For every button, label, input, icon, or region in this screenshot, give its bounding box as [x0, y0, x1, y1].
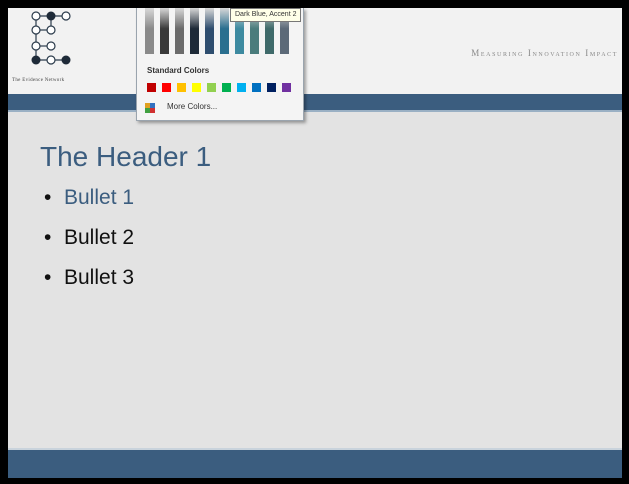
standard-color-swatch[interactable]: [267, 83, 276, 92]
theme-color-swatch[interactable]: [190, 8, 199, 54]
more-colors-label: More Colors...: [167, 102, 218, 111]
color-tooltip: Dark Blue, Accent 2: [230, 8, 302, 22]
header-tagline: Measuring Innovation Impact: [471, 48, 618, 58]
standard-color-swatch[interactable]: [237, 83, 246, 92]
bullet-item-3[interactable]: • Bullet 3: [44, 266, 134, 290]
standard-color-swatch[interactable]: [162, 83, 171, 92]
standard-color-swatch[interactable]: [147, 83, 156, 92]
bullet-item-2[interactable]: • Bullet 2: [44, 226, 134, 250]
slide-title[interactable]: The Header 1: [40, 141, 211, 173]
more-colors-button[interactable]: More Colors...: [141, 100, 291, 116]
standard-color-swatch[interactable]: [192, 83, 201, 92]
theme-color-swatch[interactable]: [205, 8, 214, 54]
standard-color-swatch[interactable]: [252, 83, 261, 92]
color-palette-icon: [145, 103, 155, 113]
logo-org-name: The Evidence Network: [12, 78, 65, 83]
footer-accent-bar: [8, 448, 622, 478]
standard-color-swatch[interactable]: [177, 83, 186, 92]
standard-colors-label: Standard Colors: [147, 66, 210, 75]
theme-color-swatch[interactable]: [145, 8, 154, 54]
slide-header: The Evidence Network Measuring Innovatio…: [8, 8, 622, 94]
bullet-label: Bullet 2: [64, 226, 135, 249]
bullet-glyph: •: [44, 226, 52, 249]
bullet-glyph: •: [44, 266, 52, 289]
bullet-item-1[interactable]: • Bullet 1: [44, 186, 134, 210]
font-color-dropdown: Standard Colors More Colors...: [136, 8, 304, 121]
standard-color-swatch[interactable]: [282, 83, 291, 92]
header-accent-bar: [8, 94, 622, 112]
theme-color-swatch[interactable]: [160, 8, 169, 54]
standard-color-swatch[interactable]: [222, 83, 231, 92]
bullet-label: Bullet 1: [64, 186, 135, 209]
bullet-label: Bullet 3: [64, 266, 135, 289]
bullet-glyph: •: [44, 186, 52, 209]
theme-color-swatch[interactable]: [220, 8, 229, 54]
presentation-window: The Evidence Network Measuring Innovatio…: [8, 8, 622, 478]
theme-color-swatch[interactable]: [175, 8, 184, 54]
standard-color-swatch[interactable]: [207, 83, 216, 92]
